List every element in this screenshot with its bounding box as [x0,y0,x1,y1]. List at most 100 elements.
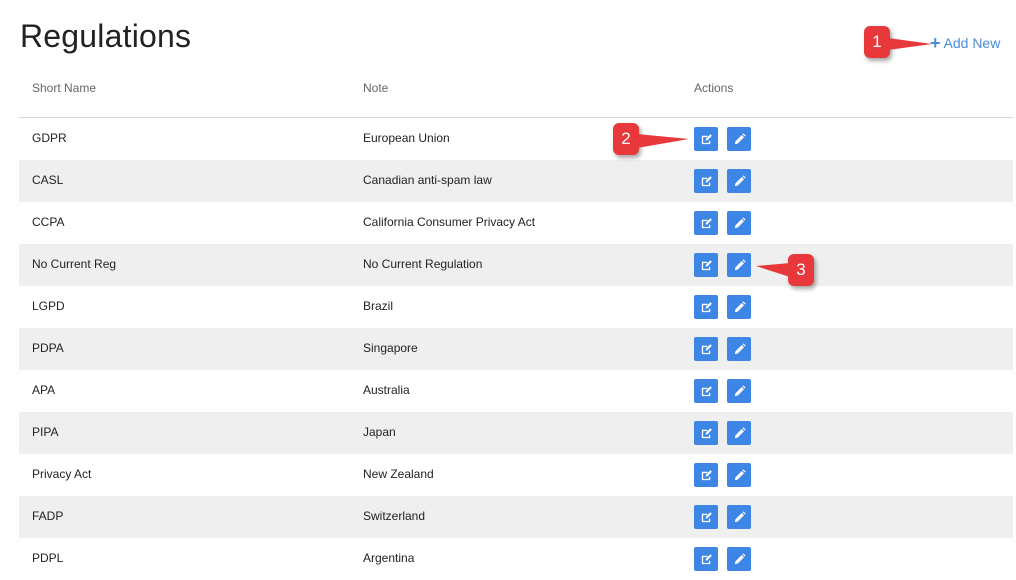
row-actions [694,169,751,193]
table-header: Short Name Note Actions [19,76,1013,118]
table-row: PIPA Japan [19,412,1013,454]
short-name-cell: LGPD [32,299,65,313]
add-new-label: Add New [943,35,1001,51]
short-name-cell: PIPA [32,425,59,439]
rename-button[interactable] [727,547,751,571]
pencil-icon [733,342,746,356]
rename-button[interactable] [727,253,751,277]
short-name-cell: PDPA [32,341,64,355]
short-name-cell: No Current Reg [32,257,117,271]
column-header-actions: Actions [694,81,734,95]
edit-button[interactable] [694,463,718,487]
edit-button[interactable] [694,211,718,235]
row-actions [694,211,751,235]
note-cell: California Consumer Privacy Act [363,215,536,229]
row-actions [694,547,751,571]
edit-button[interactable] [694,337,718,361]
pencil-icon [733,132,746,146]
row-actions [694,379,751,403]
edit-button[interactable] [694,127,718,151]
rename-button[interactable] [727,463,751,487]
pencil-icon [733,426,746,440]
edit-button[interactable] [694,421,718,445]
table-row: GDPR European Union [19,118,1013,160]
edit-icon [700,427,713,440]
note-cell: Canadian anti-spam law [363,173,492,187]
table-row: PDPL Argentina [19,538,1013,580]
row-actions [694,337,751,361]
table-row: No Current Reg No Current Regulation [19,244,1013,286]
edit-button[interactable] [694,505,718,529]
rename-button[interactable] [727,337,751,361]
table-row: LGPD Brazil [19,286,1013,328]
edit-icon [700,175,713,188]
row-actions [694,463,751,487]
note-cell: European Union [363,131,450,145]
table-row: Privacy Act New Zealand [19,454,1013,496]
rename-button[interactable] [727,169,751,193]
callout-2: 2 [613,123,639,155]
edit-button[interactable] [694,169,718,193]
regulations-table: Short Name Note Actions GDPR European Uni… [19,76,1013,580]
note-cell: New Zealand [363,467,434,481]
pencil-icon [733,468,746,482]
table-row: CCPA California Consumer Privacy Act [19,202,1013,244]
edit-icon [700,259,713,272]
edit-icon [700,469,713,482]
edit-button[interactable] [694,379,718,403]
table-body: GDPR European Union CASL Canadian anti-spam… [19,118,1013,580]
note-cell: Argentina [363,551,415,565]
pencil-icon [733,510,746,524]
note-cell: Singapore [363,341,418,355]
row-actions [694,253,751,277]
short-name-cell: GDPR [32,131,67,145]
note-cell: Japan [363,425,396,439]
edit-icon [700,343,713,356]
edit-button[interactable] [694,253,718,277]
column-header-note: Note [363,81,389,95]
pencil-icon [733,384,746,398]
edit-icon [700,301,713,314]
edit-icon [700,553,713,566]
edit-icon [700,385,713,398]
row-actions [694,421,751,445]
row-actions [694,295,751,319]
callout-3-arrow [756,263,790,277]
pencil-icon [733,174,746,188]
rename-button[interactable] [727,505,751,529]
pencil-icon [733,258,746,272]
note-cell: Australia [363,383,410,397]
callout-1: 1 [864,26,890,58]
short-name-cell: APA [32,383,56,397]
pencil-icon [733,216,746,230]
edit-button[interactable] [694,547,718,571]
edit-icon [700,133,713,146]
note-cell: Brazil [363,299,394,313]
short-name-cell: CCPA [32,215,65,229]
column-header-short-name: Short Name [32,81,97,95]
edit-icon [700,217,713,230]
add-new-button[interactable]: + Add New [930,34,1001,52]
row-actions [694,127,751,151]
rename-button[interactable] [727,421,751,445]
pencil-icon [733,552,746,566]
note-cell: Switzerland [363,509,426,523]
callout-2-arrow [637,134,689,148]
callout-3: 3 [788,254,814,286]
short-name-cell: FADP [32,509,64,523]
rename-button[interactable] [727,295,751,319]
rename-button[interactable] [727,127,751,151]
table-row: FADP Switzerland [19,496,1013,538]
short-name-cell: Privacy Act [32,467,92,481]
note-cell: No Current Regulation [363,257,483,271]
row-actions [694,505,751,529]
edit-button[interactable] [694,295,718,319]
pencil-icon [733,300,746,314]
rename-button[interactable] [727,211,751,235]
table-row: APA Australia [19,370,1013,412]
table-row: PDPA Singapore [19,328,1013,370]
edit-icon [700,511,713,524]
short-name-cell: CASL [32,173,64,187]
table-row: CASL Canadian anti-spam law [19,160,1013,202]
rename-button[interactable] [727,379,751,403]
